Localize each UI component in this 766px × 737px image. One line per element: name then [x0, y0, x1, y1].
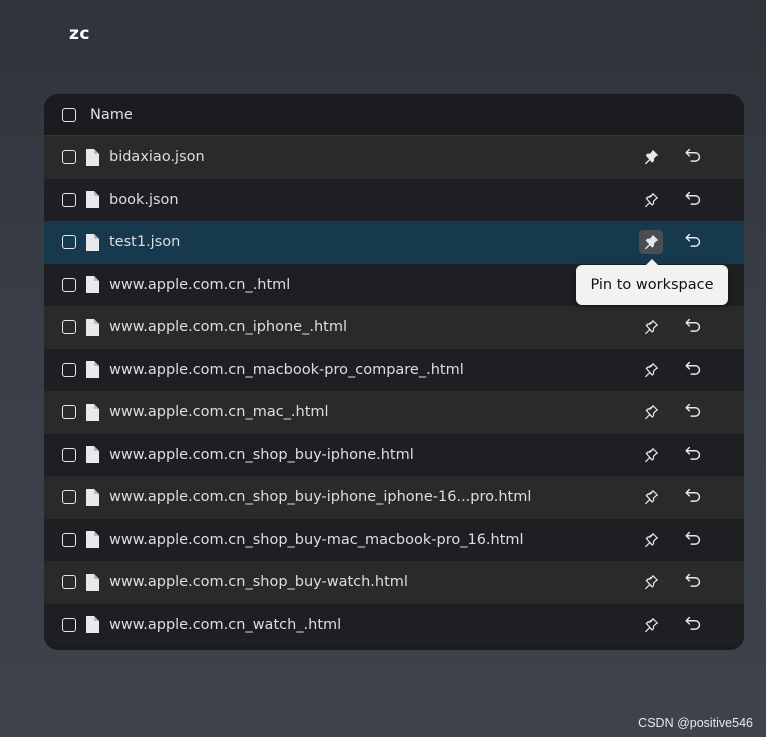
row-checkbox[interactable]: [62, 362, 76, 377]
table-row[interactable]: www.apple.com.cn_iphone_.html: [44, 306, 744, 349]
table-row[interactable]: www.apple.com.cn_macbook-pro_compare_.ht…: [44, 348, 744, 391]
file-icon: [85, 318, 99, 336]
row-checkbox[interactable]: [62, 490, 76, 505]
file-icon: [85, 573, 99, 591]
row-checkbox[interactable]: [62, 575, 76, 590]
table-row[interactable]: book.json: [44, 178, 744, 221]
table-row[interactable]: www.apple.com.cn_shop_buy-mac_macbook-pr…: [44, 518, 744, 561]
undo-icon[interactable]: [682, 357, 704, 379]
row-checkbox[interactable]: [62, 192, 76, 207]
file-name[interactable]: test1.json: [109, 234, 180, 250]
file-icon: [85, 361, 99, 379]
table-row[interactable]: test1.json: [44, 221, 744, 264]
file-icon: [85, 148, 99, 166]
table-row[interactable]: www.apple.com.cn_mac_.html: [44, 391, 744, 434]
row-checkbox[interactable]: [62, 150, 76, 165]
table-rows: bidaxiao.json book.json test1.json www.appl…: [44, 136, 744, 646]
select-all-checkbox[interactable]: [62, 107, 76, 122]
table-row[interactable]: www.apple.com.cn_watch_.html: [44, 603, 744, 646]
workspace-title: zc: [69, 24, 90, 44]
file-name[interactable]: www.apple.com.cn_shop_buy-iphone.html: [109, 447, 414, 463]
file-name[interactable]: www.apple.com.cn_mac_.html: [109, 404, 329, 420]
row-checkbox[interactable]: [62, 235, 76, 250]
file-table: Name bidaxiao.json book.json test1.json www…: [44, 94, 744, 650]
file-name[interactable]: bidaxiao.json: [109, 149, 205, 165]
file-icon: [85, 276, 99, 294]
file-name[interactable]: www.apple.com.cn_watch_.html: [109, 617, 341, 633]
file-name[interactable]: www.apple.com.cn_shop_buy-watch.html: [109, 574, 408, 590]
undo-icon[interactable]: [682, 399, 704, 421]
row-checkbox[interactable]: [62, 532, 76, 547]
file-name[interactable]: www.apple.com.cn_shop_buy-mac_macbook-pr…: [109, 532, 524, 548]
pin-icon[interactable]: [639, 358, 663, 382]
undo-icon[interactable]: [682, 144, 704, 166]
file-icon: [85, 403, 99, 421]
pin-icon[interactable]: [639, 570, 663, 594]
pin-icon[interactable]: [639, 188, 663, 212]
undo-icon[interactable]: [682, 612, 704, 634]
undo-icon[interactable]: [682, 187, 704, 209]
name-column-header[interactable]: Name: [90, 107, 133, 123]
file-name[interactable]: book.json: [109, 192, 179, 208]
row-checkbox[interactable]: [62, 405, 76, 420]
file-icon: [85, 446, 99, 464]
undo-icon[interactable]: [682, 527, 704, 549]
file-icon: [85, 233, 99, 251]
pin-icon[interactable]: [639, 528, 663, 552]
pin-icon[interactable]: [639, 443, 663, 467]
pin-icon[interactable]: [639, 485, 663, 509]
row-checkbox[interactable]: [62, 277, 76, 292]
undo-icon[interactable]: [682, 229, 704, 251]
file-name[interactable]: www.apple.com.cn_iphone_.html: [109, 319, 347, 335]
undo-icon[interactable]: [682, 314, 704, 336]
pin-icon[interactable]: [639, 315, 663, 339]
pin-icon[interactable]: [639, 145, 663, 169]
file-name[interactable]: www.apple.com.cn_macbook-pro_compare_.ht…: [109, 362, 464, 378]
file-icon: [85, 616, 99, 634]
table-row[interactable]: www.apple.com.cn_shop_buy-watch.html: [44, 561, 744, 604]
pin-tooltip: Pin to workspace: [576, 259, 728, 305]
pin-icon[interactable]: [639, 230, 663, 255]
undo-icon[interactable]: [682, 484, 704, 506]
table-row[interactable]: www.apple.com.cn_shop_buy-iphone.html: [44, 433, 744, 476]
pin-icon[interactable]: [639, 400, 663, 424]
file-name[interactable]: www.apple.com.cn_shop_buy-iphone_iphone-…: [109, 489, 531, 505]
pin-icon[interactable]: [639, 613, 663, 637]
file-icon: [85, 488, 99, 506]
table-row[interactable]: bidaxiao.json: [44, 136, 744, 179]
file-icon: [85, 191, 99, 209]
row-checkbox[interactable]: [62, 617, 76, 632]
table-header: Name: [44, 94, 744, 136]
row-checkbox[interactable]: [62, 447, 76, 462]
file-icon: [85, 531, 99, 549]
undo-icon[interactable]: [682, 442, 704, 464]
table-row[interactable]: www.apple.com.cn_shop_buy-iphone_iphone-…: [44, 476, 744, 519]
undo-icon[interactable]: [682, 569, 704, 591]
watermark: CSDN @positive546: [638, 716, 753, 730]
file-name[interactable]: www.apple.com.cn_.html: [109, 277, 290, 293]
row-checkbox[interactable]: [62, 320, 76, 335]
